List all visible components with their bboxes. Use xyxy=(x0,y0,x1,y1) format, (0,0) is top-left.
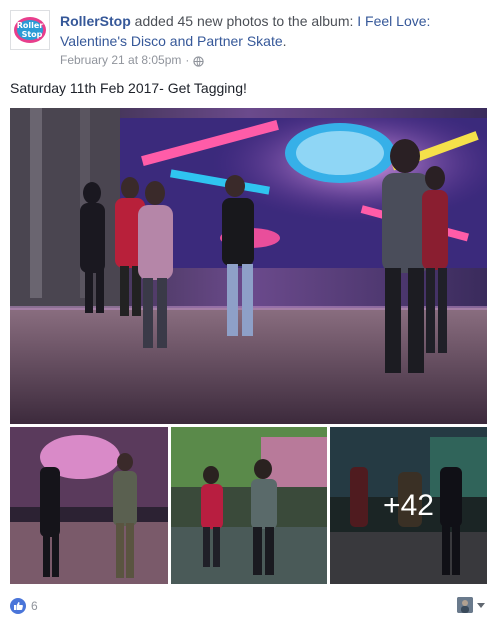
photo-2[interactable] xyxy=(10,427,168,584)
caret-down-icon xyxy=(477,602,485,608)
main-photo[interactable] xyxy=(10,108,487,424)
globe-icon[interactable] xyxy=(193,55,205,67)
meta-separator: · xyxy=(185,53,190,67)
user-avatar xyxy=(457,597,473,613)
logo-text-2: Stop xyxy=(22,30,43,39)
action-text: added 45 new photos to the album: xyxy=(130,13,358,29)
photo-2-image xyxy=(10,427,168,584)
post-footer: 6 xyxy=(10,596,487,616)
post-message: Saturday 11th Feb 2017- Get Tagging! xyxy=(10,80,247,96)
post-meta: February 21 at 8:05pm · xyxy=(60,52,205,68)
rollerstop-logo: Roller Stop xyxy=(11,11,49,49)
post-header: Roller Stop RollerStop added 45 new phot… xyxy=(10,10,490,68)
post-headline: RollerStop added 45 new photos to the al… xyxy=(60,11,485,51)
photo-4[interactable]: +42 xyxy=(330,427,487,584)
page-avatar[interactable]: Roller Stop xyxy=(10,10,50,50)
photo-3-image xyxy=(171,427,327,584)
main-photo-image xyxy=(10,108,487,424)
like-icon[interactable] xyxy=(10,598,26,614)
like-count[interactable]: 6 xyxy=(31,598,38,614)
photo-3[interactable] xyxy=(171,427,327,584)
timestamp-link[interactable]: February 21 at 8:05pm xyxy=(60,52,181,68)
album-suffix: . xyxy=(282,33,287,49)
more-photos-overlay[interactable]: +42 xyxy=(330,427,487,584)
page-name-link[interactable]: RollerStop xyxy=(60,13,131,29)
logo-text-1: Roller xyxy=(17,21,44,30)
actor-selector[interactable] xyxy=(457,597,485,613)
